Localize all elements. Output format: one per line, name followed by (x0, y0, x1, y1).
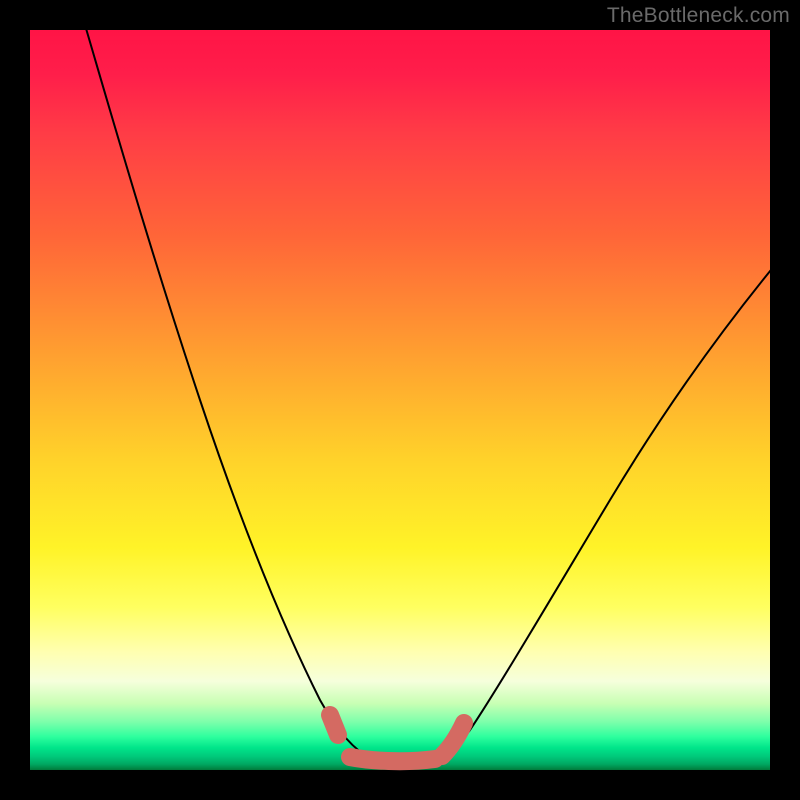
highlight-band-path (330, 715, 464, 761)
bottleneck-curve (30, 30, 770, 770)
curve-path (85, 25, 775, 763)
plot-area (30, 30, 770, 770)
watermark-text: TheBottleneck.com (607, 4, 790, 28)
chart-frame: TheBottleneck.com (0, 0, 800, 800)
